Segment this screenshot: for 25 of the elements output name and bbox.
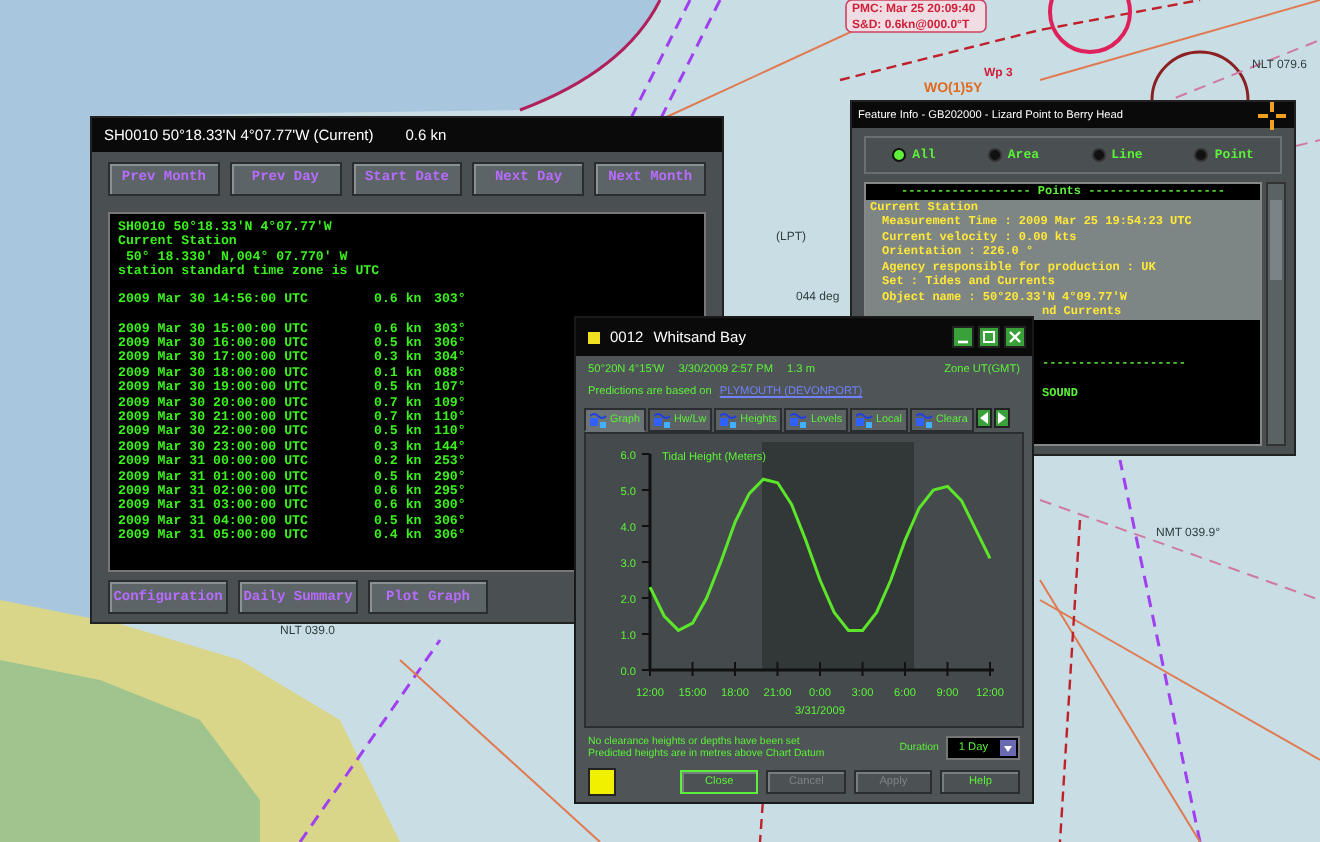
wave-icon (720, 412, 739, 428)
close-icon (1008, 330, 1022, 344)
radio-dot[interactable] (892, 148, 907, 162)
crosshair-icon (1258, 101, 1286, 129)
radio-dot[interactable] (1091, 148, 1106, 162)
scroll-thumb[interactable] (1270, 200, 1282, 280)
wave-icon (590, 412, 608, 428)
color-swatch[interactable] (588, 768, 616, 796)
close-button[interactable] (1004, 326, 1026, 348)
maximize-button[interactable] (978, 326, 1000, 348)
coastline (519, 0, 662, 112)
radio-dot[interactable] (987, 148, 1002, 162)
label-background (845, 0, 987, 33)
wave-icon (856, 412, 875, 428)
station-marker-icon (588, 331, 600, 343)
wave-icon (653, 412, 672, 428)
scrollbar[interactable] (1266, 182, 1286, 446)
minimize-button[interactable] (952, 326, 974, 348)
dropdown-caret-icon (1000, 740, 1016, 756)
tab-scroll-right-button[interactable] (993, 408, 1010, 428)
wave-icon (790, 412, 809, 428)
maximize-icon (982, 330, 996, 344)
tab-scroll-left-button[interactable] (975, 408, 992, 428)
radio-dot[interactable] (1194, 148, 1209, 162)
wave-icon (915, 412, 934, 428)
